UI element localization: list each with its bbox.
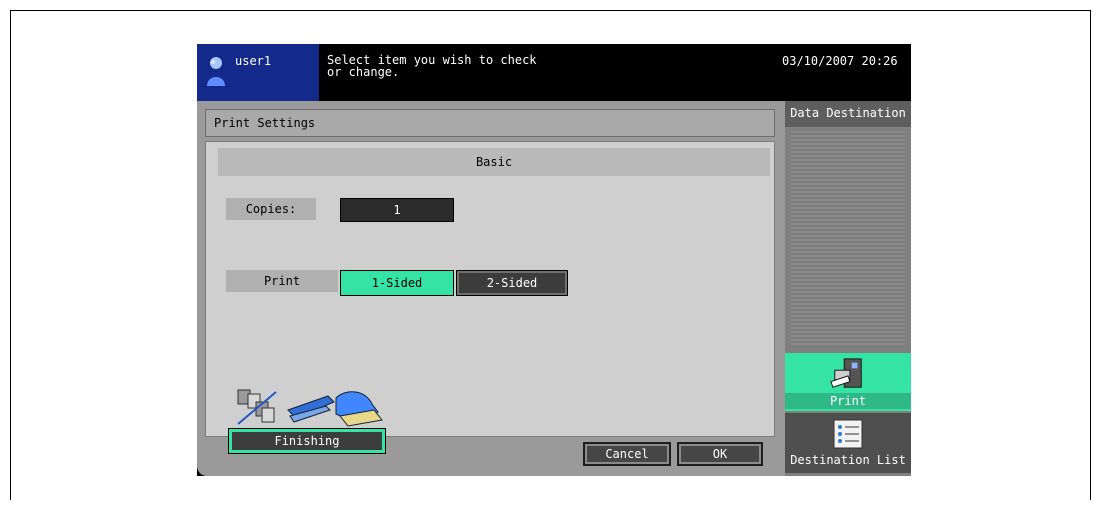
sidebar: Data Destination Print Destination List (785, 101, 911, 476)
settings-content: Basic Copies: 1 Print 1-Sided 2-Sided Fi… (205, 141, 775, 454)
section-title: Basic (475, 155, 513, 169)
sidebar-blank-area (791, 131, 905, 347)
copies-field[interactable]: 1 (340, 198, 454, 222)
status-bar: user1 Select item you wish to check or c… (197, 44, 911, 101)
sidebar-item-print[interactable]: Print (785, 353, 911, 411)
copies-label: Copies: (226, 198, 316, 220)
sidebar-header: Data Destination (785, 101, 911, 127)
finishing-icon (237, 389, 383, 427)
date-time: 03/10/2007 20:26 (782, 54, 898, 68)
user-icon (207, 57, 225, 86)
two-sided-button[interactable]: 2-Sided (456, 270, 568, 296)
page-title: Print Settings (214, 116, 316, 130)
user-name: user1 (235, 54, 272, 68)
print-label: Print (226, 270, 338, 292)
sidebar-print-label: Print (785, 393, 911, 409)
main-panel: Print Settings Basic Copies: 1 Print 1-S… (197, 101, 785, 476)
sidebar-item-destination-list[interactable]: Destination List (785, 413, 911, 473)
cancel-button[interactable]: Cancel (583, 442, 671, 466)
bottom-bar: Cancel OK (205, 441, 775, 471)
destination-list-icon (833, 419, 863, 449)
ok-button[interactable]: OK (677, 442, 763, 466)
status-message: Select item you wish to check or change. (327, 53, 537, 79)
one-sided-button[interactable]: 1-Sided (340, 270, 454, 296)
section-header: Basic (218, 148, 770, 176)
panel-title-bar: Print Settings (205, 109, 775, 137)
device-screen: user1 Select item you wish to check or c… (197, 44, 911, 476)
user-area: user1 (197, 44, 319, 101)
printer-icon (830, 358, 862, 388)
sidebar-destination-list-label: Destination List (790, 453, 906, 467)
